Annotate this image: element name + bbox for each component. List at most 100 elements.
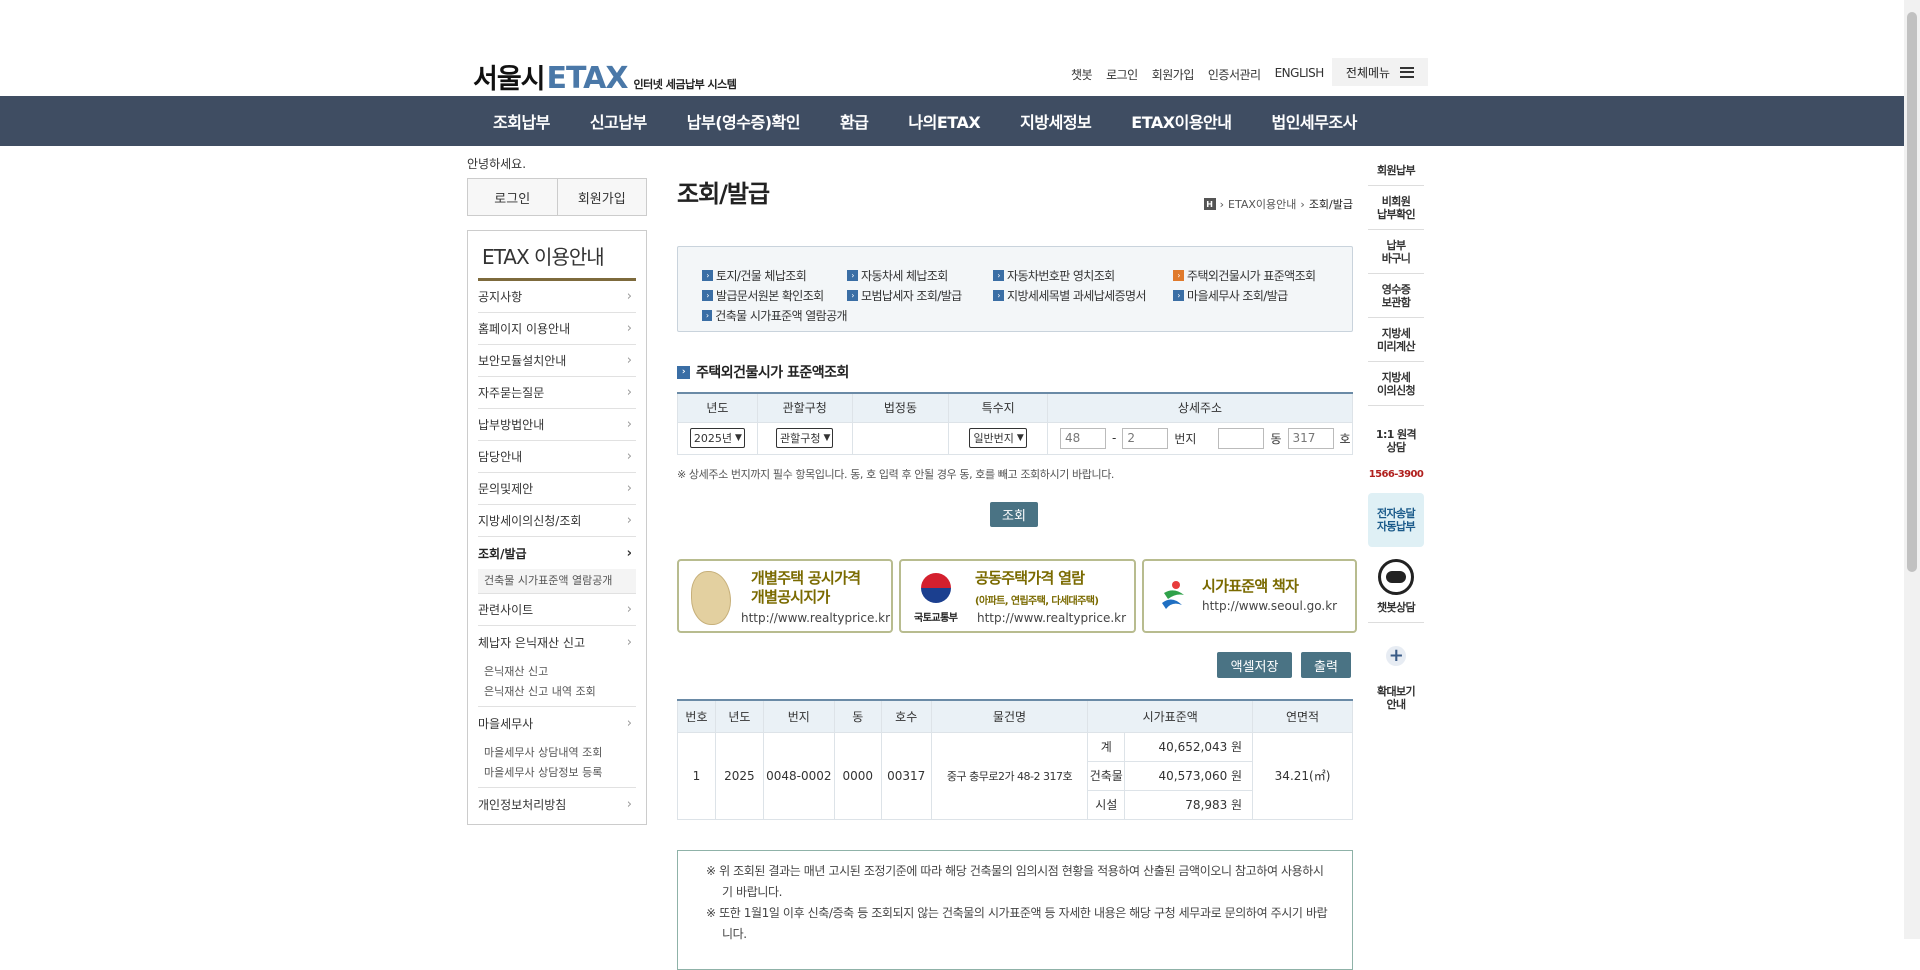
chevron-right-icon: › — [626, 449, 632, 464]
sidebar-item-objection[interactable]: 지방세이의신청/조회 › — [478, 505, 636, 537]
submenu-hidden-report-history[interactable]: 은닉재산 신고 내역 조회 — [484, 682, 636, 702]
sidebar-item-village-tax-advisor[interactable]: 마을세무사 › — [478, 707, 636, 739]
sidebar-item-security-module[interactable]: 보안모듈설치안내 › — [478, 345, 636, 377]
util-login-link[interactable]: 로그인 — [1106, 66, 1138, 83]
quick-label: 지방세 이의신청 — [1376, 371, 1416, 397]
sidebar-item-label: 조회/발급 — [478, 546, 527, 561]
sidebar-signup-button[interactable]: 회원가입 — [557, 179, 646, 215]
search-button[interactable]: 조회 — [990, 502, 1038, 527]
bonbun-input[interactable]: 48 — [1060, 427, 1107, 449]
quick-link-village-advisor[interactable]: › 마을세무사 조회/발급 — [1173, 287, 1333, 304]
quick-receipt-box[interactable]: 영수증 보관함 — [1368, 274, 1424, 318]
quick-link-tax-certificate[interactable]: › 지방세세목별 과세납세증명서 — [993, 287, 1173, 304]
site-logo[interactable]: 서울시 ETAX 인터넷 세금납부 시스템 — [473, 57, 737, 96]
dong-label: 동 — [1270, 431, 1282, 446]
quick-link-building-standard[interactable]: › 주택외건물시가 표준액조회 — [1173, 267, 1333, 284]
district-select[interactable]: 관할구청 ▼ — [776, 428, 834, 448]
quick-objection[interactable]: 지방세 이의신청 — [1368, 362, 1424, 406]
arrow-icon: › — [847, 290, 858, 301]
gnb-item-refund[interactable]: 환급 — [820, 109, 888, 133]
bubun-input[interactable]: 2 — [1122, 427, 1169, 449]
sidebar-item-related-sites[interactable]: 관련사이트 › — [478, 594, 636, 626]
quick-link-plate-seizure[interactable]: › 자동차번호판 영치조회 — [993, 267, 1173, 284]
util-english-link[interactable]: ENGLISH — [1275, 66, 1325, 83]
quick-remote-consult[interactable]: 1:1 원격 상담 1566-3900 — [1368, 406, 1424, 489]
chevron-right-icon: › — [626, 481, 632, 496]
submenu-village-register[interactable]: 마을세무사 상담정보 등록 — [484, 763, 636, 783]
sidebar-item-faq[interactable]: 자주묻는질문 › — [478, 377, 636, 409]
excel-save-button[interactable]: 액셀저장 — [1217, 652, 1292, 678]
submenu-village-history[interactable]: 마을세무사 상담내역 조회 — [484, 743, 636, 763]
banner-title-line1: 개별주택 공시가격 — [751, 569, 861, 587]
special-select-value: 일반번지 — [973, 432, 1014, 445]
district-cell: 관할구청 ▼ — [756, 422, 853, 455]
util-certificate-link[interactable]: 인증서관리 — [1208, 66, 1261, 83]
sidebar-item-hidden-assets[interactable]: 체납자 은닉재산 신고 › — [478, 626, 636, 658]
sidebar-item-label: 지방세이의신청/조회 — [478, 514, 582, 528]
gnb-item-local-tax-info[interactable]: 지방세정보 — [1000, 109, 1111, 133]
chevron-right-icon: › — [626, 513, 632, 528]
sidebar-item-label: 홈페이지 이용안내 — [478, 322, 571, 336]
quick-tax-calc[interactable]: 지방세 미리계산 — [1368, 318, 1424, 362]
gnb-item-inquiry-payment[interactable]: 조회납부 — [473, 109, 570, 133]
quick-member-pay[interactable]: 회원납부 — [1368, 155, 1424, 186]
submenu-building-price[interactable]: 건축물 시가표준액 열람공개 — [484, 571, 636, 591]
gnb-item-etax-guide[interactable]: ETAX이용안내 — [1111, 109, 1251, 133]
quick-guest-pay-check[interactable]: 비회원 납부확인 — [1368, 186, 1424, 230]
quick-link-label: 발급문서원본 확인조회 — [716, 289, 824, 303]
quick-link-land-arrears[interactable]: › 토지/건물 체납조회 — [702, 267, 847, 284]
year-select[interactable]: 2025년 ▼ — [689, 428, 745, 448]
util-chatbot-link[interactable]: 챗봇 — [1071, 66, 1093, 83]
sidebar-item-label: 납부방법안내 — [478, 418, 545, 432]
special-select[interactable]: 일반번지 ▼ — [969, 428, 1027, 448]
chevron-right-icon: › — [626, 634, 632, 650]
sidebar-item-payment-method[interactable]: 납부방법안내 › — [478, 409, 636, 441]
quick-label: 지방세 미리계산 — [1376, 327, 1416, 353]
quick-chatbot[interactable]: 챗봇상담 — [1368, 547, 1424, 622]
arrow-icon: › — [702, 290, 713, 301]
col-header-bunji: 번지 — [762, 700, 835, 733]
sidebar-item-privacy[interactable]: 개인정보처리방침 › — [478, 788, 636, 820]
print-button[interactable]: 출력 — [1301, 652, 1351, 678]
sidebar-login-button[interactable]: 로그인 — [468, 179, 558, 215]
sidebar-item-contact[interactable]: 담당안내 › — [478, 441, 636, 473]
gnb-item-my-etax[interactable]: 나의ETAX — [888, 109, 1000, 133]
quick-link-label: 모범납세자 조회/발급 — [861, 289, 962, 303]
scrollbar-thumb[interactable] — [1907, 12, 1917, 572]
dong-input[interactable] — [1218, 427, 1265, 449]
util-signup-link[interactable]: 회원가입 — [1152, 66, 1195, 83]
quick-zoom-guide[interactable]: + 확대보기 안내 — [1368, 622, 1424, 719]
all-menu-button[interactable]: 전체메뉴 — [1332, 58, 1428, 86]
sidebar-submenu-inquiry: 건축물 시가표준액 열람공개 — [478, 569, 636, 594]
cell-no: 1 — [677, 731, 716, 820]
quick-link-building-price-open[interactable]: › 건축물 시가표준액 열람공개 — [702, 307, 848, 324]
sidebar-item-homepage-guide[interactable]: 홈페이지 이용안내 › — [478, 313, 636, 345]
banner-apartment-price[interactable]: 국토교통부 공동주택가격 열람 (아파트, 연립주택, 다세대주택) http:… — [899, 559, 1136, 633]
banner-realty-price[interactable]: 개별주택 공시가격 개별공시지가 http://www.realtyprice.… — [677, 559, 893, 633]
quick-link-doc-verify[interactable]: › 발급문서원본 확인조회 — [702, 287, 847, 304]
sidebar-item-label: 공지사항 — [478, 290, 523, 304]
breadcrumb-item[interactable]: ETAX이용안내 — [1228, 196, 1296, 212]
gnb-item-corporate-audit[interactable]: 법인세무조사 — [1251, 109, 1376, 133]
home-icon[interactable]: H — [1203, 198, 1216, 210]
address-note: ※ 상세주소 번지까지 필수 항목입니다. 동, 호 입력 후 안될 경우 동,… — [677, 468, 1115, 481]
quick-link-model-taxpayer[interactable]: › 모범납세자 조회/발급 — [847, 287, 993, 304]
search-header-year: 년도 — [677, 393, 758, 423]
ho-input[interactable]: 317 — [1287, 427, 1334, 449]
quick-auto-pay[interactable]: 전자송달 자동납부 — [1368, 493, 1424, 547]
sidebar-item-inquiry-issue[interactable]: 조회/발급 › — [478, 537, 636, 569]
sidebar-item-notice[interactable]: 공지사항 › — [478, 281, 636, 313]
logo-etax: ETAX — [546, 61, 629, 96]
quick-pay-basket[interactable]: 납부 바구니 — [1368, 230, 1424, 274]
submenu-hidden-report[interactable]: 은닉재산 신고 — [484, 662, 636, 682]
arrow-icon: › — [1173, 270, 1184, 281]
quick-link-label: 지방세세목별 과세납세증명서 — [1007, 289, 1147, 303]
legal-dong-cell — [851, 422, 950, 455]
banner-standard-book[interactable]: 시가표준액 책자 http://www.seoul.go.kr — [1142, 559, 1357, 633]
quick-link-car-arrears[interactable]: › 자동차세 체납조회 — [847, 267, 993, 284]
gnb-item-payment-confirm[interactable]: 납부(영수증)확인 — [667, 109, 820, 133]
gnb-item-report-payment[interactable]: 신고납부 — [570, 109, 667, 133]
all-menu-label: 전체메뉴 — [1345, 65, 1391, 80]
sidebar-item-suggestion[interactable]: 문의및제안 › — [478, 473, 636, 505]
page-scrollbar[interactable] — [1904, 0, 1920, 939]
